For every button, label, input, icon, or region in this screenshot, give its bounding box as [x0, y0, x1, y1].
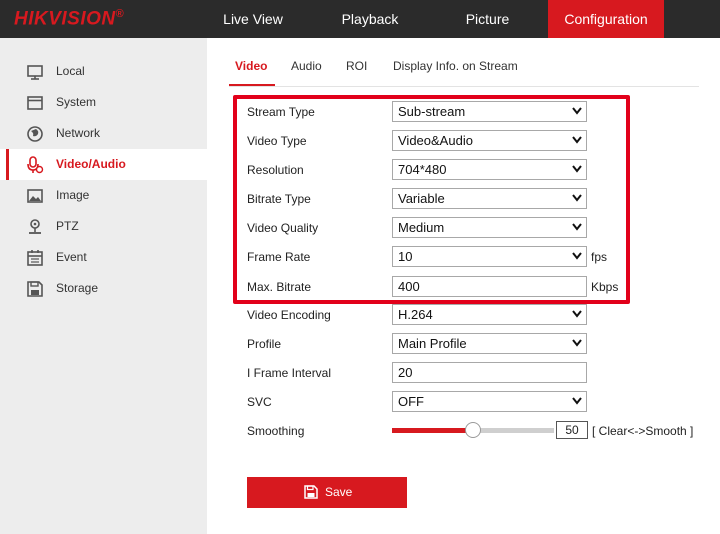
- sidebar-item-label: System: [56, 95, 97, 109]
- monitor-icon: [27, 65, 43, 80]
- sidebar-item-label: Local: [56, 64, 85, 78]
- sidebar-item-ptz[interactable]: PTZ: [0, 211, 207, 242]
- sidebar-item-label: PTZ: [56, 219, 79, 233]
- i-frame-interval-input[interactable]: 20: [392, 362, 587, 383]
- chevron-down-icon: [572, 310, 582, 318]
- nav-playback[interactable]: Playback: [320, 0, 420, 38]
- sidebar-item-label: Event: [56, 250, 87, 264]
- floppy-icon: [304, 485, 318, 499]
- ptz-icon: [29, 219, 41, 234]
- smoothing-value[interactable]: 50: [556, 421, 588, 439]
- svc-select[interactable]: OFF: [392, 391, 587, 412]
- i-frame-interval-label: I Frame Interval: [247, 366, 332, 380]
- hikvision-logo: HIKVISION®: [14, 8, 125, 30]
- video-encoding-label: Video Encoding: [247, 308, 331, 322]
- tab-roi[interactable]: ROI: [346, 59, 367, 73]
- sidebar-item-network[interactable]: Network: [0, 118, 207, 149]
- sidebar-item-label: Video/Audio: [56, 157, 126, 171]
- chevron-down-icon: [572, 339, 582, 347]
- nav-picture[interactable]: Picture: [440, 0, 535, 38]
- tab-display-info[interactable]: Display Info. on Stream: [393, 59, 518, 73]
- floppy-icon: [27, 281, 43, 297]
- sidebar-item-event[interactable]: Event: [0, 242, 207, 273]
- tab-video[interactable]: Video: [235, 59, 267, 73]
- sidebar-item-local[interactable]: Local: [0, 56, 207, 87]
- sidebar-item-storage[interactable]: Storage: [0, 273, 207, 304]
- smoothing-hint: [ Clear<->Smooth ]: [592, 424, 694, 438]
- chevron-down-icon: [572, 397, 582, 405]
- sidebar-item-label: Storage: [56, 281, 99, 295]
- nav-live-view[interactable]: Live View: [208, 0, 298, 38]
- sidebar-item-label: Network: [56, 126, 101, 140]
- calendar-icon: [27, 250, 43, 266]
- top-bar: HIKVISION® Live View Playback Picture Co…: [0, 0, 720, 38]
- smoothing-slider-fill: [392, 428, 473, 433]
- profile-label: Profile: [247, 337, 282, 351]
- video-encoding-select[interactable]: H.264: [392, 304, 587, 325]
- sidebar: Local System Network Video/Audio Image P…: [0, 38, 207, 534]
- save-button-label: Save: [325, 485, 353, 499]
- save-button[interactable]: Save: [247, 477, 407, 508]
- sidebar-item-video-audio[interactable]: Video/Audio: [0, 149, 207, 180]
- sidebar-item-label: Image: [56, 188, 90, 202]
- smoothing-label: Smoothing: [247, 424, 305, 438]
- svc-label: SVC: [247, 395, 272, 409]
- sidebar-item-image[interactable]: Image: [0, 180, 207, 211]
- sidebar-item-system[interactable]: System: [0, 87, 207, 118]
- tab-audio[interactable]: Audio: [291, 59, 322, 73]
- smoothing-slider-thumb[interactable]: [465, 422, 481, 438]
- profile-select[interactable]: Main Profile: [392, 333, 587, 354]
- image-icon: [27, 189, 43, 203]
- tab-divider: [229, 86, 699, 87]
- nav-configuration[interactable]: Configuration: [548, 0, 664, 38]
- globe-icon: [27, 126, 43, 142]
- microphone-icon: [27, 156, 44, 174]
- highlight-box: [233, 95, 630, 304]
- window-icon: [27, 96, 43, 110]
